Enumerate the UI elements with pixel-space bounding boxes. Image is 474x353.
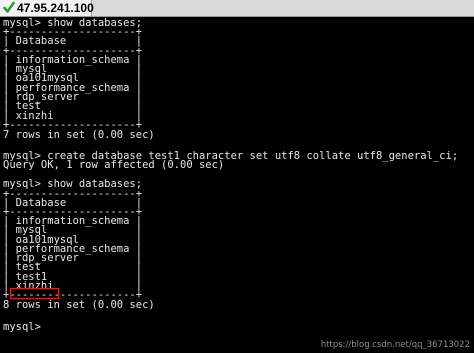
- terminal-line: 7 rows in set (0.00 sec): [3, 129, 155, 141]
- test1-highlight-box: [10, 288, 59, 299]
- terminal-line: 8 rows in set (0.00 sec): [3, 299, 155, 311]
- terminal-line: Query OK, 1 row affected (0.00 sec): [3, 159, 225, 171]
- watermark: https://blog.csdn.net/qq_36713022: [320, 340, 470, 350]
- session-tab-title: 47.95.241.100: [17, 1, 94, 15]
- terminal-prompt[interactable]: mysql>: [3, 322, 47, 333]
- terminal-output[interactable]: mysql> show databases; +----------------…: [0, 17, 474, 353]
- checkmark-icon: [3, 1, 15, 13]
- tab-bar: 47.95.241.100: [0, 0, 474, 17]
- session-tab[interactable]: 47.95.241.100: [0, 0, 94, 16]
